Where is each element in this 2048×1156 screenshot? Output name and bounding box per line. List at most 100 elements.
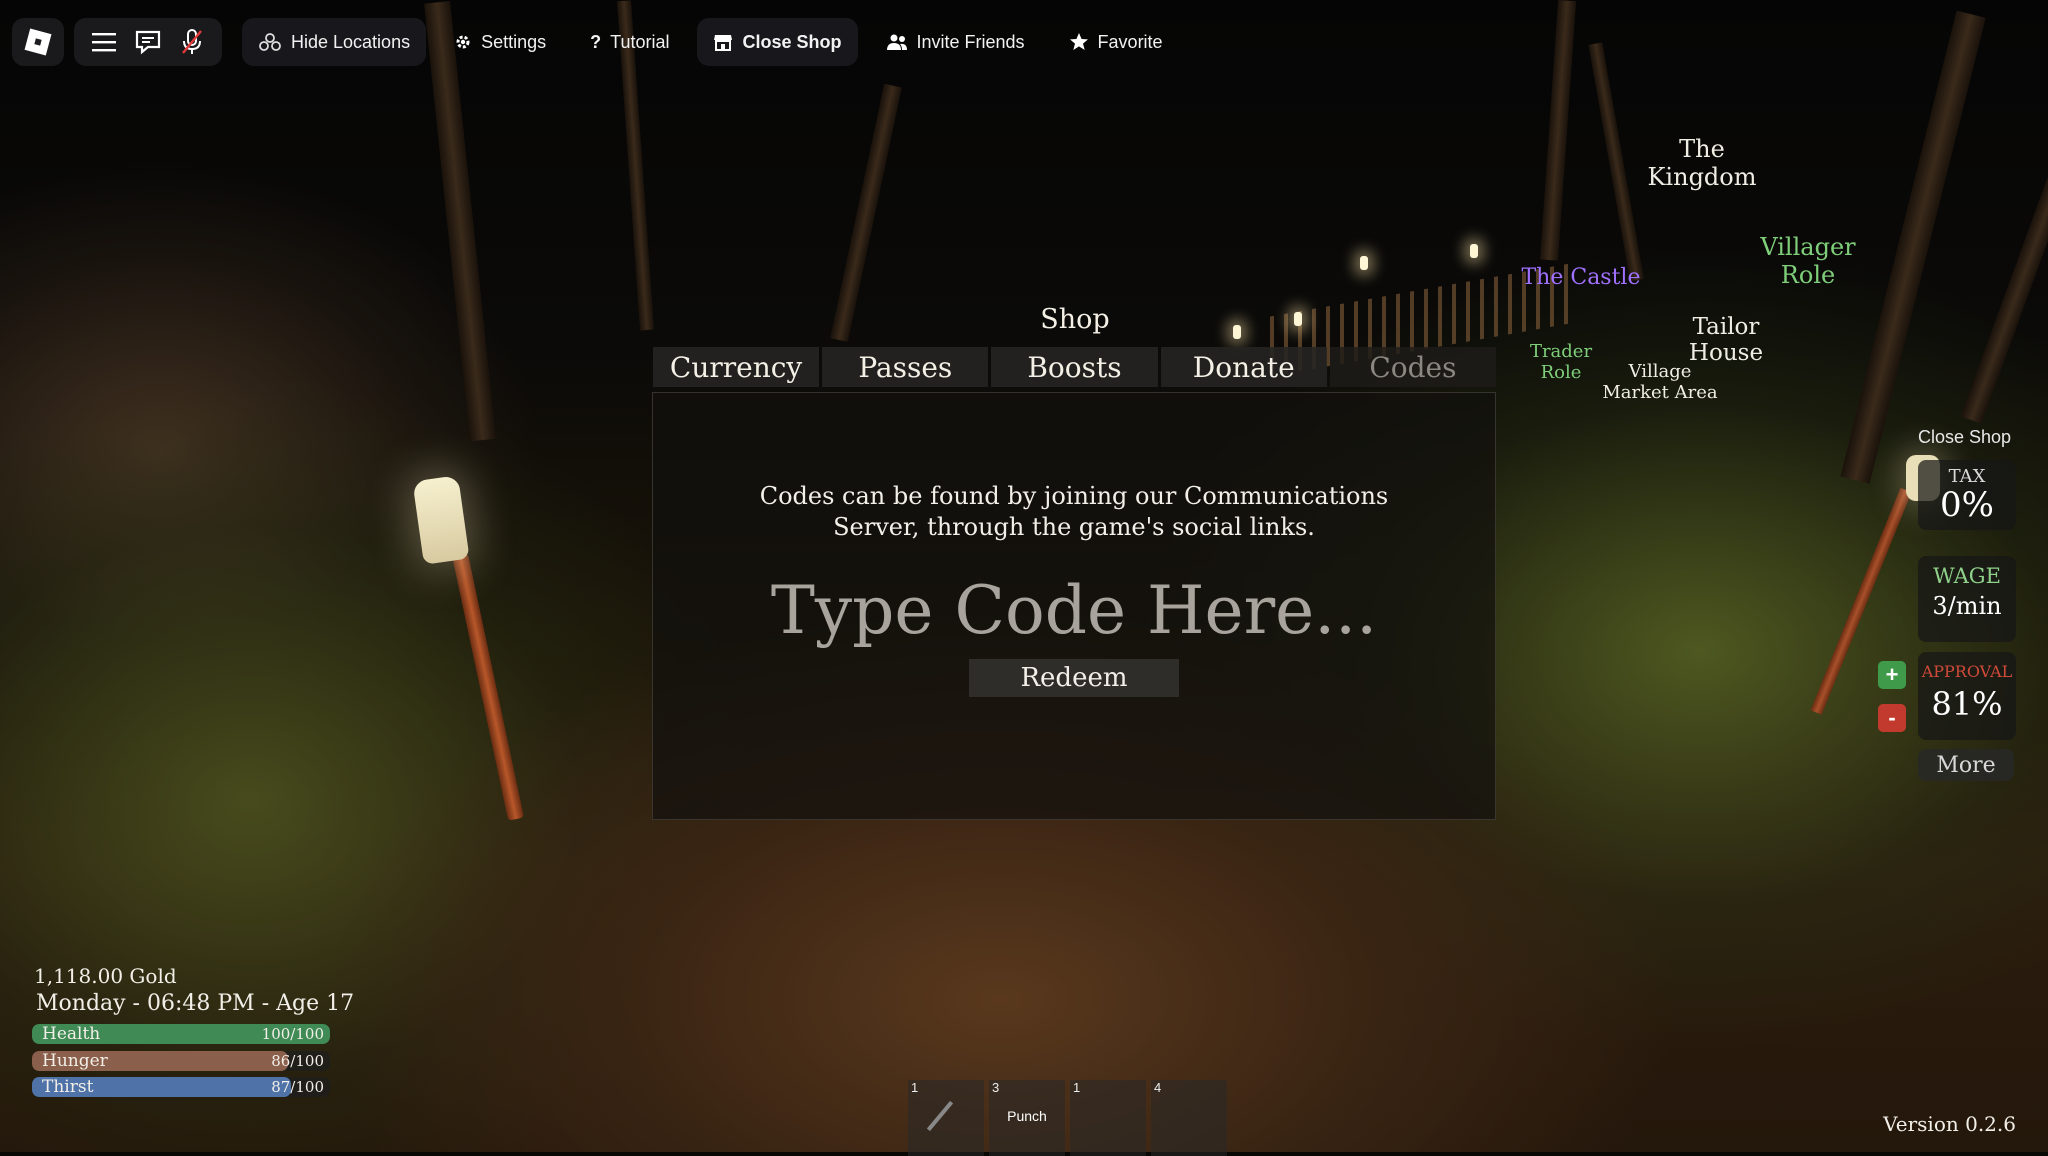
health-value: 100/100 xyxy=(261,1025,324,1043)
approval-box[interactable]: APPROVAL 81% xyxy=(1918,652,2016,740)
tree-trunk xyxy=(1540,0,1577,261)
roblox-menu-button[interactable] xyxy=(12,18,64,66)
hotbar-slot-number: 4 xyxy=(1154,1080,1162,1095)
hunger-bar: Hunger 86/100 xyxy=(32,1051,330,1071)
tax-label: TAX xyxy=(1948,466,1986,487)
chat-icon xyxy=(135,30,161,55)
hotbar-slot-number: 1 xyxy=(1073,1080,1081,1095)
wage-label: WAGE xyxy=(1933,564,2001,588)
favorite-label: Favorite xyxy=(1097,31,1163,52)
torch-head xyxy=(412,475,470,565)
map-label-trader-role: Trader Role xyxy=(1524,341,1598,383)
hotbar-slot-number: 3 xyxy=(992,1080,1000,1095)
health-label: Health xyxy=(42,1024,101,1044)
approval-value: 81% xyxy=(1931,685,2003,723)
tab-boosts[interactable]: Boosts xyxy=(991,347,1158,387)
thirst-bar: Thirst 87/100 xyxy=(32,1077,330,1097)
version-label: Version 0.2.6 xyxy=(1883,1112,2016,1136)
map-label-line: Market Area xyxy=(1602,381,1718,403)
hotbar-slot-label: Punch xyxy=(1007,1108,1047,1124)
health-bar: Health 100/100 xyxy=(32,1024,330,1044)
close-shop-side-label[interactable]: Close Shop xyxy=(1918,427,2048,448)
more-button[interactable]: More xyxy=(1918,749,2014,781)
close-shop-button[interactable]: Close Shop xyxy=(697,18,858,66)
close-shop-label: Close Shop xyxy=(742,31,842,52)
tab-donate[interactable]: Donate xyxy=(1160,347,1327,387)
microphone-button[interactable] xyxy=(170,20,214,64)
tree-trunk xyxy=(830,83,902,342)
hotbar: 1 3 Punch 1 4 xyxy=(908,1080,1232,1156)
lantern-light xyxy=(1360,256,1368,270)
tax-value: 0% xyxy=(1940,485,1994,525)
hotbar-slot-punch[interactable]: 3 Punch xyxy=(989,1080,1065,1156)
code-input[interactable] xyxy=(713,565,1435,655)
tab-codes[interactable]: Codes xyxy=(1329,347,1497,387)
map-label-line: Role xyxy=(1780,260,1836,289)
tree-trunk xyxy=(424,1,496,442)
hotbar-slot[interactable]: 1 xyxy=(1070,1080,1146,1156)
favorite-button[interactable]: Favorite xyxy=(1053,18,1179,66)
thirst-label: Thirst xyxy=(42,1077,94,1097)
roblox-topbar: Hide Locations Settings ? Tutorial Close… xyxy=(12,18,1191,66)
map-label-line: Trader xyxy=(1529,341,1593,362)
invite-friends-label: Invite Friends xyxy=(916,31,1025,52)
hotbar-slot-number: 1 xyxy=(911,1080,919,1095)
codes-info-text: Codes can be found by joining our Commun… xyxy=(713,481,1435,543)
tab-currency[interactable]: Currency xyxy=(653,347,820,387)
map-label-line: Tailor xyxy=(1692,314,1760,340)
chat-button[interactable] xyxy=(126,20,170,64)
redeem-button[interactable]: Redeem xyxy=(969,659,1179,697)
wage-value: 3/min xyxy=(1932,592,2002,620)
menu-button[interactable] xyxy=(82,20,126,64)
approval-plus-button[interactable]: + xyxy=(1878,661,1906,689)
hotbar-slot[interactable]: 1 xyxy=(908,1080,984,1156)
hamburger-menu-icon xyxy=(92,33,116,52)
lantern-light xyxy=(1233,325,1241,339)
map-label-line: The Castle xyxy=(1521,265,1641,290)
codes-panel: Codes can be found by joining our Commun… xyxy=(652,392,1496,820)
invite-friends-button[interactable]: Invite Friends xyxy=(870,18,1041,66)
hunger-value: 86/100 xyxy=(271,1052,324,1070)
hide-locations-label: Hide Locations xyxy=(291,31,411,52)
map-label-the-castle: The Castle xyxy=(1516,265,1646,290)
roblox-logo-icon xyxy=(24,28,52,56)
gold-amount: 1,118.00 Gold xyxy=(34,964,177,988)
storefront-icon xyxy=(713,32,733,52)
map-label-line: Role xyxy=(1540,361,1582,383)
torch-pole xyxy=(452,553,524,821)
star-icon xyxy=(1069,32,1089,52)
lantern-light xyxy=(1294,312,1302,326)
tutorial-button[interactable]: ? Tutorial xyxy=(574,18,685,66)
hotbar-slot[interactable]: 4 xyxy=(1151,1080,1227,1156)
people-icon xyxy=(886,33,908,51)
map-label-tailor-house: Tailor House xyxy=(1668,314,1784,367)
topbar-icon-group xyxy=(74,18,222,66)
location-cluster-icon xyxy=(258,32,282,52)
question-mark-icon: ? xyxy=(590,31,602,52)
hide-locations-button[interactable]: Hide Locations xyxy=(242,18,427,66)
codes-info-line: Server, through the game's social links. xyxy=(833,513,1315,541)
map-label-line: The xyxy=(1679,135,1725,163)
map-label-line: Villager xyxy=(1760,233,1856,261)
wage-box[interactable]: WAGE 3/min xyxy=(1918,556,2016,642)
settings-button[interactable]: Settings xyxy=(438,18,562,66)
microphone-icon xyxy=(182,29,202,54)
approval-minus-button[interactable]: - xyxy=(1878,704,1906,732)
tool-icon xyxy=(926,1100,954,1132)
map-label-line: Kingdom xyxy=(1647,162,1757,191)
map-label-the-kingdom: The Kingdom xyxy=(1630,135,1774,191)
hunger-label: Hunger xyxy=(42,1051,108,1071)
shop-title: Shop xyxy=(1040,304,1110,335)
map-label-village-market: Village Market Area xyxy=(1598,361,1722,403)
date-time-age: Monday - 06:48 PM - Age 17 xyxy=(36,991,355,1016)
settings-label: Settings xyxy=(481,31,547,52)
tax-box[interactable]: TAX 0% xyxy=(1918,460,2016,530)
tab-passes[interactable]: Passes xyxy=(822,347,989,387)
gear-icon xyxy=(454,33,472,51)
map-label-line: Village xyxy=(1628,361,1692,382)
shop-tabs: Currency Passes Boosts Donate Codes xyxy=(653,347,1497,387)
map-label-villager-role: Villager Role xyxy=(1752,233,1864,289)
tutorial-label: Tutorial xyxy=(610,31,670,52)
lantern-light xyxy=(1470,244,1478,258)
tree-trunk xyxy=(1960,21,2048,424)
